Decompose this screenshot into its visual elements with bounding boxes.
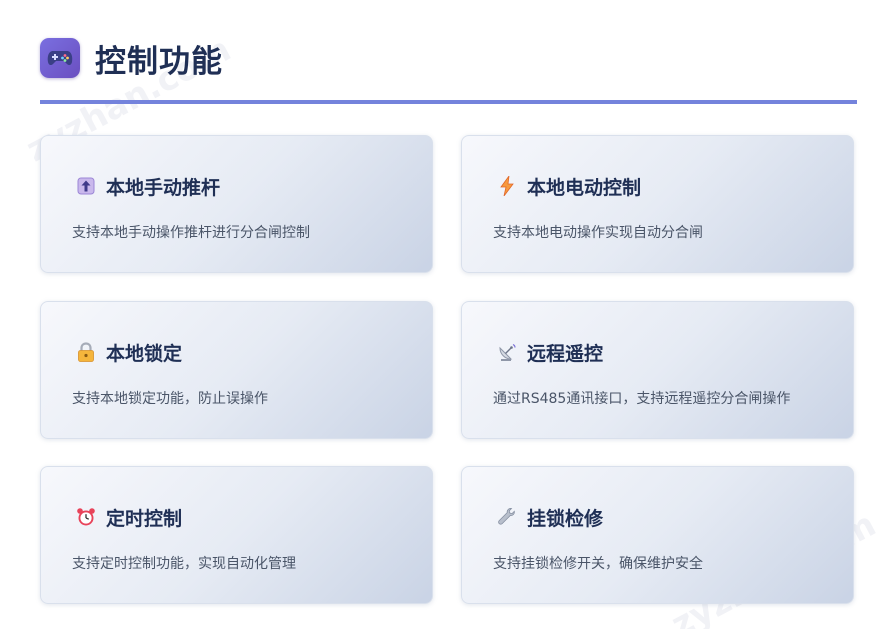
feature-card-electric-control: 本地电动控制 支持本地电动操作实现自动分合闸: [461, 135, 854, 273]
card-description: 支持定时控制功能，实现自动化管理: [72, 556, 296, 572]
control-functions-page: zyzhan.com zyzhan.com 控制功能: [0, 0, 896, 629]
card-description: 支持本地手动操作推杆进行分合闸控制: [72, 225, 310, 241]
card-title: 本地手动推杆: [106, 176, 221, 199]
card-description: 通过RS485通讯接口，支持远程遥控分合闸操作: [493, 391, 791, 407]
section-header: 控制功能: [40, 38, 223, 80]
wrench-icon: [497, 507, 517, 527]
gamepad-icon: [40, 38, 80, 78]
card-description: 支持挂锁检修开关，确保维护安全: [493, 556, 703, 572]
card-title: 本地锁定: [106, 342, 183, 365]
card-title: 定时控制: [106, 507, 183, 530]
feature-card-manual-lever: 本地手动推杆 支持本地手动操作推杆进行分合闸控制: [40, 135, 433, 273]
card-description: 支持本地锁定功能，防止误操作: [72, 391, 268, 407]
card-title: 本地电动控制: [527, 176, 642, 199]
feature-card-local-lock: 本地锁定 支持本地锁定功能，防止误操作: [40, 301, 433, 439]
alarm-clock-icon: [76, 507, 96, 527]
card-title: 挂锁检修: [527, 507, 604, 530]
feature-card-padlock-maintenance: 挂锁检修 支持挂锁检修开关，确保维护安全: [461, 466, 854, 604]
satellite-antenna-icon: [497, 342, 517, 362]
feature-card-remote-control: 远程遥控 通过RS485通讯接口，支持远程遥控分合闸操作: [461, 301, 854, 439]
header-divider: [40, 100, 857, 104]
page-title: 控制功能: [95, 43, 223, 80]
lightning-icon: [497, 176, 517, 196]
card-description: 支持本地电动操作实现自动分合闸: [493, 225, 703, 241]
card-title: 远程遥控: [527, 342, 604, 365]
up-arrow-box-icon: [76, 176, 96, 196]
feature-card-timed-control: 定时控制 支持定时控制功能，实现自动化管理: [40, 466, 433, 604]
lock-icon: [76, 342, 96, 362]
